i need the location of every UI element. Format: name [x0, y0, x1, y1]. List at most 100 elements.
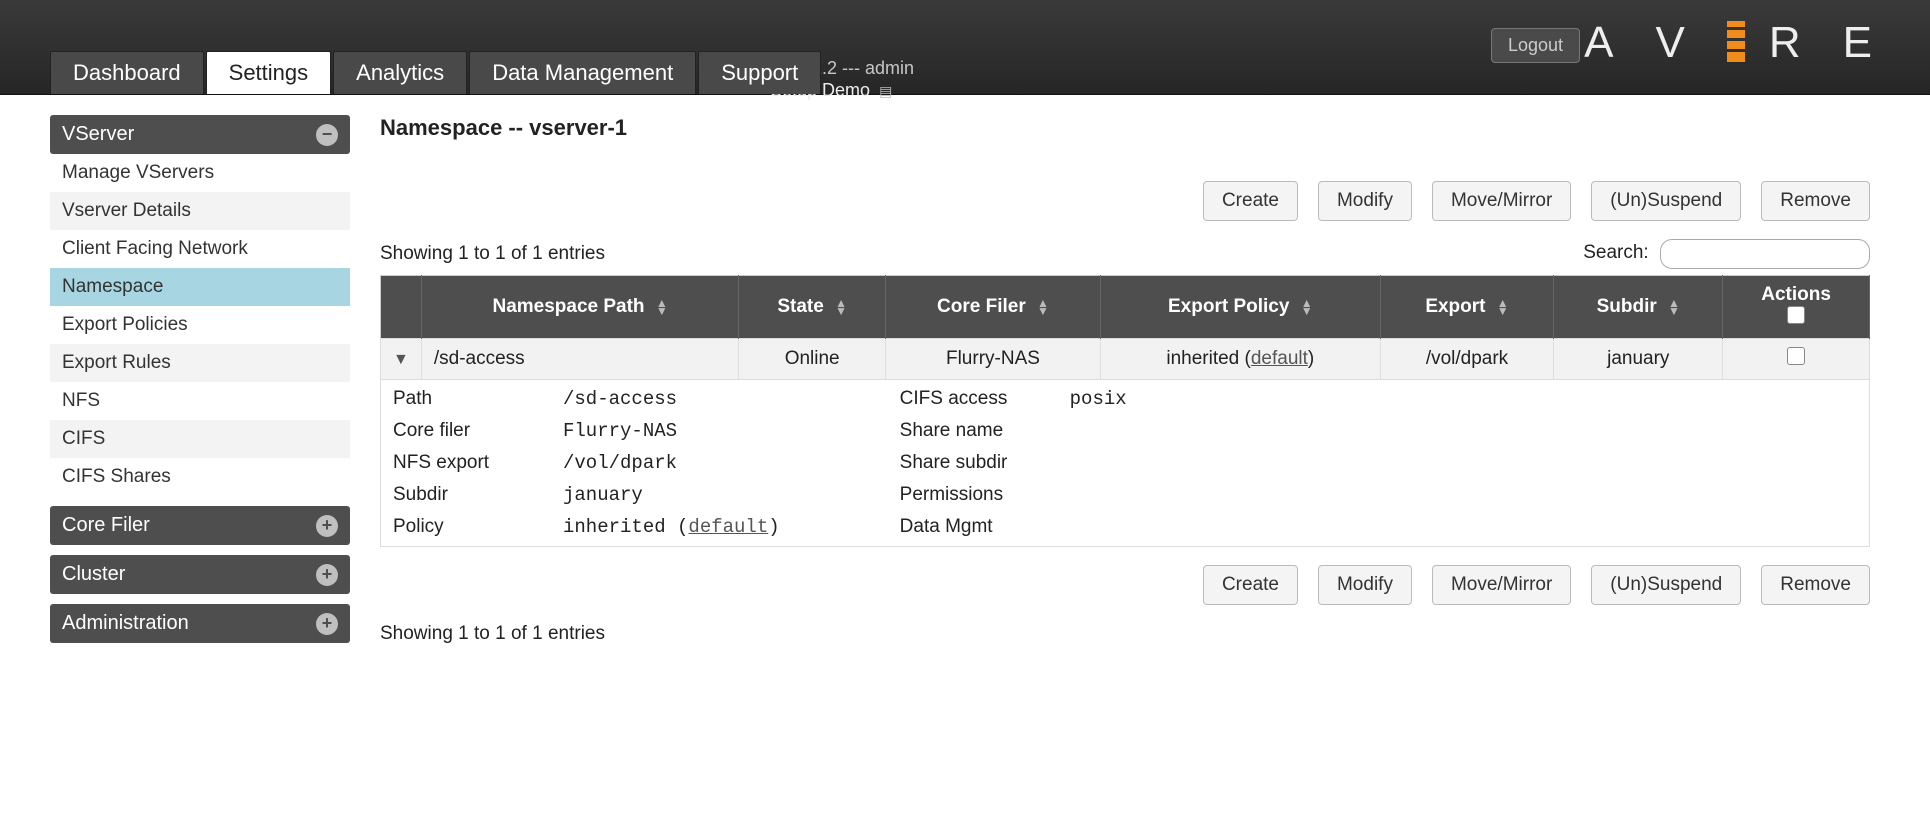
detail-label-share-subdir: Share subdir: [900, 452, 1040, 474]
detail-value-data-mgmt: [1070, 516, 1127, 538]
modify-button[interactable]: Modify: [1318, 181, 1412, 221]
tab-support[interactable]: Support: [698, 51, 821, 94]
detail-value-share-name: [1070, 420, 1127, 442]
col-state[interactable]: State ▲▼: [739, 276, 886, 339]
col-label: Core Filer: [937, 296, 1026, 317]
default-policy-link[interactable]: default: [1251, 348, 1308, 369]
sidebar-section-label: Core Filer: [62, 514, 150, 537]
collapse-icon[interactable]: −: [316, 124, 338, 146]
col-export[interactable]: Export ▲▼: [1380, 276, 1554, 339]
remove-button[interactable]: Remove: [1761, 565, 1870, 605]
namespace-table: Namespace Path ▲▼ State ▲▼ Core Filer ▲▼…: [380, 275, 1870, 547]
col-expand: [381, 276, 422, 339]
cell-namespace-path: /sd-access: [421, 339, 739, 380]
detail-value-subdir: january: [563, 484, 780, 506]
expand-icon[interactable]: +: [316, 564, 338, 586]
sidebar-item-export-rules[interactable]: Export Rules: [50, 344, 350, 382]
create-button[interactable]: Create: [1203, 565, 1298, 605]
sidebar-section-core-filer[interactable]: Core Filer +: [50, 506, 350, 545]
col-label: Actions: [1733, 284, 1859, 306]
cell-actions: [1723, 339, 1870, 380]
sidebar-section-cluster[interactable]: Cluster +: [50, 555, 350, 594]
cell-export-policy: inherited (default): [1100, 339, 1380, 380]
sort-icon[interactable]: ▲▼: [656, 299, 668, 315]
header-bar: Logout A V R E V4.8.2.2 --- admin Setup …: [0, 0, 1930, 95]
sidebar-item-vserver-details[interactable]: Vserver Details: [50, 192, 350, 230]
detail-label-path: Path: [393, 388, 533, 410]
action-bar-top: Create Modify Move/Mirror (Un)Suspend Re…: [380, 181, 1870, 221]
sidebar-item-namespace[interactable]: Namespace: [50, 268, 350, 306]
detail-value-share-subdir: [1070, 452, 1127, 474]
row-collapse-icon[interactable]: ▼: [393, 351, 409, 368]
col-actions: Actions: [1723, 276, 1870, 339]
sidebar-section-label: Administration: [62, 612, 189, 635]
detail-value-core-filer: Flurry-NAS: [563, 420, 780, 442]
detail-label-share-name: Share name: [900, 420, 1040, 442]
search-input[interactable]: [1660, 239, 1870, 269]
showing-entries-top: Showing 1 to 1 of 1 entries: [380, 243, 605, 265]
sidebar-item-manage-vservers[interactable]: Manage VServers: [50, 154, 350, 192]
sidebar-item-nfs[interactable]: NFS: [50, 382, 350, 420]
move-mirror-button[interactable]: Move/Mirror: [1432, 565, 1571, 605]
col-core-filer[interactable]: Core Filer ▲▼: [885, 276, 1100, 339]
tab-data-management[interactable]: Data Management: [469, 51, 696, 94]
col-namespace-path[interactable]: Namespace Path ▲▼: [421, 276, 739, 339]
logo-letter-r: R: [1769, 18, 1819, 68]
cell-subdir: january: [1554, 339, 1723, 380]
tab-dashboard[interactable]: Dashboard: [50, 51, 204, 94]
sidebar-section-vserver[interactable]: VServer −: [50, 115, 350, 154]
col-subdir[interactable]: Subdir ▲▼: [1554, 276, 1723, 339]
text: inherited (: [1166, 348, 1251, 369]
cell-core-filer: Flurry-NAS: [885, 339, 1100, 380]
detail-value-permissions: [1070, 484, 1127, 506]
col-label: Subdir: [1597, 296, 1657, 317]
logout-button[interactable]: Logout: [1491, 28, 1580, 63]
document-icon[interactable]: ▤: [879, 83, 892, 99]
sidebar-item-cifs[interactable]: CIFS: [50, 420, 350, 458]
sidebar-item-client-facing-network[interactable]: Client Facing Network: [50, 230, 350, 268]
default-policy-link[interactable]: default: [688, 516, 768, 538]
logo-letter-v: V: [1656, 18, 1703, 68]
brand-logo: A V R E: [1584, 18, 1890, 68]
table-row-detail: Path /sd-access Core filer Flurry-NAS NF…: [381, 380, 1870, 547]
unsuspend-button[interactable]: (Un)Suspend: [1591, 565, 1741, 605]
showing-entries-bottom: Showing 1 to 1 of 1 entries: [380, 623, 1870, 645]
tab-analytics[interactable]: Analytics: [333, 51, 467, 94]
sort-icon[interactable]: ▲▼: [1497, 299, 1509, 315]
sidebar-item-export-policies[interactable]: Export Policies: [50, 306, 350, 344]
col-label: Export Policy: [1168, 296, 1289, 317]
detail-label-data-mgmt: Data Mgmt: [900, 516, 1040, 538]
remove-button[interactable]: Remove: [1761, 181, 1870, 221]
expand-icon[interactable]: +: [316, 613, 338, 635]
top-tabs: Dashboard Settings Analytics Data Manage…: [50, 51, 823, 94]
detail-label-policy: Policy: [393, 516, 533, 538]
select-all-checkbox[interactable]: [1787, 306, 1805, 324]
col-label: State: [777, 296, 823, 317]
sidebar-section-label: VServer: [62, 123, 134, 146]
sort-icon[interactable]: ▲▼: [835, 299, 847, 315]
cell-state: Online: [739, 339, 886, 380]
create-button[interactable]: Create: [1203, 181, 1298, 221]
sort-icon[interactable]: ▲▼: [1037, 299, 1049, 315]
unsuspend-button[interactable]: (Un)Suspend: [1591, 181, 1741, 221]
sidebar-section-administration[interactable]: Administration +: [50, 604, 350, 643]
col-export-policy[interactable]: Export Policy ▲▼: [1100, 276, 1380, 339]
detail-label-nfs-export: NFS export: [393, 452, 533, 474]
tab-settings[interactable]: Settings: [206, 51, 332, 94]
table-row[interactable]: ▼ /sd-access Online Flurry-NAS inherited…: [381, 339, 1870, 380]
sort-icon[interactable]: ▲▼: [1668, 299, 1680, 315]
sidebar-section-label: Cluster: [62, 563, 125, 586]
row-select-checkbox[interactable]: [1787, 347, 1805, 365]
detail-value-nfs-export: /vol/dpark: [563, 452, 780, 474]
modify-button[interactable]: Modify: [1318, 565, 1412, 605]
move-mirror-button[interactable]: Move/Mirror: [1432, 181, 1571, 221]
detail-label-core-filer: Core filer: [393, 420, 533, 442]
detail-label-cifs-access: CIFS access: [900, 388, 1040, 410]
logo-e-icon: [1727, 21, 1745, 62]
sidebar-item-cifs-shares[interactable]: CIFS Shares: [50, 458, 350, 496]
expand-icon[interactable]: +: [316, 515, 338, 537]
sort-icon[interactable]: ▲▼: [1301, 299, 1313, 315]
cell-export: /vol/dpark: [1380, 339, 1554, 380]
sidebar: VServer − Manage VServers Vserver Detail…: [50, 115, 350, 645]
logo-letter-a: A: [1584, 18, 1631, 68]
